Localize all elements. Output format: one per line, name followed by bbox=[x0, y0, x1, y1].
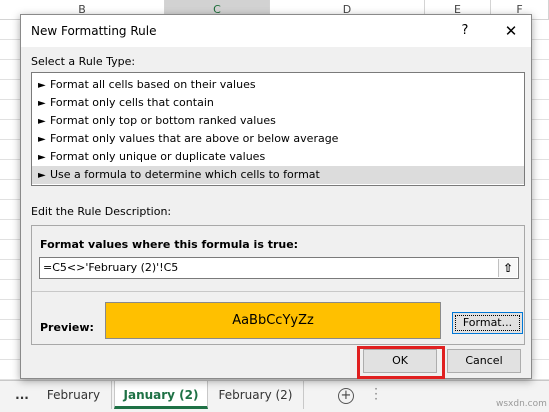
annotation-highlight-box bbox=[357, 346, 445, 379]
divider bbox=[32, 291, 524, 292]
formula-input[interactable]: =C5<>'February (2)'!C5 ⇧ bbox=[39, 257, 519, 279]
sheet-tab-january-2[interactable]: January (2) bbox=[114, 381, 208, 409]
edit-rule-label: Edit the Rule Description: bbox=[31, 205, 172, 218]
format-button[interactable]: Format... bbox=[452, 312, 523, 334]
rule-type-label: Format only values that are above or bel… bbox=[50, 132, 339, 145]
preview-label: Preview: bbox=[40, 321, 94, 334]
sheet-tab-february-2[interactable]: February (2) bbox=[208, 381, 304, 409]
rule-type-item[interactable]: ► Format only unique or duplicate values bbox=[32, 148, 524, 166]
close-button[interactable]: ✕ bbox=[501, 21, 521, 41]
watermark: wsxdn.com bbox=[496, 399, 547, 409]
rule-type-item[interactable]: ► Format only values that are above or be… bbox=[32, 130, 524, 148]
cancel-button[interactable]: Cancel bbox=[447, 349, 521, 373]
rule-type-label: Format only cells that contain bbox=[50, 96, 214, 109]
rule-type-label: Format only top or bottom ranked values bbox=[50, 114, 276, 127]
sheet-tab-february[interactable]: February bbox=[36, 381, 112, 409]
vertical-dots-icon[interactable]: · · · bbox=[374, 383, 378, 405]
rule-type-label: Use a formula to determine which cells t… bbox=[50, 168, 320, 181]
dialog-title: New Formatting Rule bbox=[31, 24, 157, 38]
arrow-right-icon: ► bbox=[38, 170, 46, 181]
formula-section: Format values where this formula is true… bbox=[32, 226, 524, 291]
more-sheets-button[interactable]: ... bbox=[12, 381, 32, 409]
formula-value: =C5<>'February (2)'!C5 bbox=[43, 261, 179, 274]
arrow-right-icon: ► bbox=[38, 80, 46, 91]
sheet-tab-bar: ... February January (2) February (2) + … bbox=[0, 380, 549, 412]
new-formatting-rule-dialog: New Formatting Rule ? ✕ Select a Rule Ty… bbox=[20, 14, 532, 379]
rule-type-label: Select a Rule Type: bbox=[31, 55, 136, 68]
rule-type-list[interactable]: ► Format all cells based on their values … bbox=[31, 72, 525, 186]
rule-type-item[interactable]: ► Format all cells based on their values bbox=[32, 76, 524, 94]
arrow-right-icon: ► bbox=[38, 98, 46, 109]
rule-type-item[interactable]: ► Format only top or bottom ranked values bbox=[32, 112, 524, 130]
rule-type-item[interactable]: ► Format only cells that contain bbox=[32, 94, 524, 112]
formula-label: Format values where this formula is true… bbox=[40, 238, 299, 251]
arrow-right-icon: ► bbox=[38, 134, 46, 145]
help-button[interactable]: ? bbox=[455, 21, 475, 41]
rule-type-label: Format only unique or duplicate values bbox=[50, 150, 266, 163]
plus-circle-icon[interactable]: + bbox=[338, 388, 354, 404]
rule-type-label: Format all cells based on their values bbox=[50, 78, 256, 91]
rule-description-panel: Format values where this formula is true… bbox=[31, 225, 525, 345]
dialog-titlebar[interactable]: New Formatting Rule ? ✕ bbox=[21, 15, 531, 47]
collapse-dialog-icon[interactable]: ⇧ bbox=[498, 259, 517, 277]
format-preview: AaBbCcYyZz bbox=[105, 302, 441, 339]
arrow-right-icon: ► bbox=[38, 116, 46, 127]
rule-type-item-selected[interactable]: ► Use a formula to determine which cells … bbox=[32, 166, 524, 184]
arrow-right-icon: ► bbox=[38, 152, 46, 163]
